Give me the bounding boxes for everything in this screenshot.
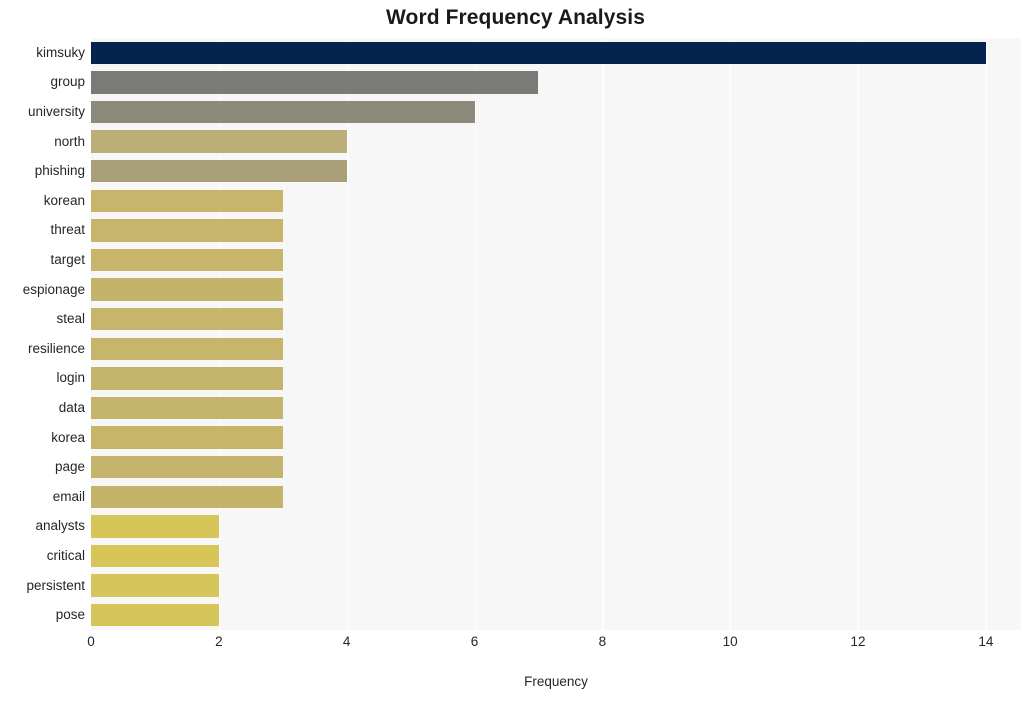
bar[interactable] <box>91 456 283 479</box>
y-axis-label: korean <box>43 192 85 208</box>
y-axis-label: threat <box>50 222 85 238</box>
y-axis-label: pose <box>55 607 85 623</box>
x-axis-tick: 6 <box>470 634 479 649</box>
bar[interactable] <box>91 367 283 390</box>
x-axis-tick: 12 <box>850 634 866 649</box>
y-axis-label: data <box>58 400 85 415</box>
bar[interactable] <box>91 100 475 124</box>
x-axis-tick: 8 <box>598 634 607 649</box>
x-axis-tick-labels: 0 2 4 6 8 10 12 14 <box>0 634 1031 660</box>
x-axis-title: Frequency <box>524 674 588 689</box>
x-axis-tick: 0 <box>87 634 95 649</box>
y-axis-label: north <box>54 133 85 149</box>
bar[interactable] <box>91 219 283 242</box>
y-axis-label: page <box>54 459 85 475</box>
word-frequency-chart-figure: Word Frequency Analysis kimsuky group univ… <box>0 0 1031 701</box>
y-axis-label: steal <box>56 311 85 327</box>
x-axis-tick: 10 <box>722 634 738 649</box>
y-axis-labels: kimsuky group university north phishing korea… <box>0 38 85 630</box>
x-axis-tick: 2 <box>215 634 223 649</box>
bar[interactable] <box>91 130 347 153</box>
bar[interactable] <box>91 515 219 538</box>
bar[interactable] <box>91 308 283 331</box>
y-axis-label: group <box>50 74 85 90</box>
y-axis-label: persistent <box>26 577 85 593</box>
gridline-vertical <box>730 38 732 630</box>
bar[interactable] <box>91 426 283 449</box>
bar[interactable] <box>91 248 283 272</box>
y-axis-label: login <box>56 370 85 386</box>
gridline-vertical <box>985 38 988 630</box>
y-axis-label: analysts <box>35 518 85 534</box>
y-axis-label: critical <box>46 548 85 563</box>
bar[interactable] <box>91 278 283 301</box>
bar[interactable] <box>91 485 283 508</box>
bar[interactable] <box>91 337 283 360</box>
y-axis-label: korea <box>51 429 85 445</box>
gridline-vertical <box>218 38 221 630</box>
bar[interactable] <box>91 71 539 94</box>
bar[interactable] <box>91 396 283 420</box>
y-axis-label: resilience <box>27 340 85 356</box>
gridline-vertical <box>858 38 860 630</box>
bar[interactable] <box>91 544 219 568</box>
x-axis-tick: 14 <box>978 634 994 649</box>
bar[interactable] <box>91 189 283 212</box>
y-axis-label: phishing <box>34 163 85 179</box>
y-axis-label: kimsuky <box>36 44 85 60</box>
gridline-vertical <box>474 38 476 630</box>
bar[interactable] <box>91 41 986 64</box>
y-axis-label: target <box>50 252 85 267</box>
y-axis-label: espionage <box>22 281 85 297</box>
gridline-vertical <box>346 38 348 630</box>
gridline-vertical <box>602 38 604 630</box>
bar[interactable] <box>91 574 219 597</box>
bar[interactable] <box>91 604 219 627</box>
chart-title: Word Frequency Analysis <box>385 6 646 29</box>
x-axis-tick: 4 <box>342 634 351 649</box>
y-axis-label: email <box>52 488 85 504</box>
y-axis-label: university <box>27 104 85 119</box>
plot-area <box>91 38 1021 630</box>
bar[interactable] <box>91 160 347 183</box>
